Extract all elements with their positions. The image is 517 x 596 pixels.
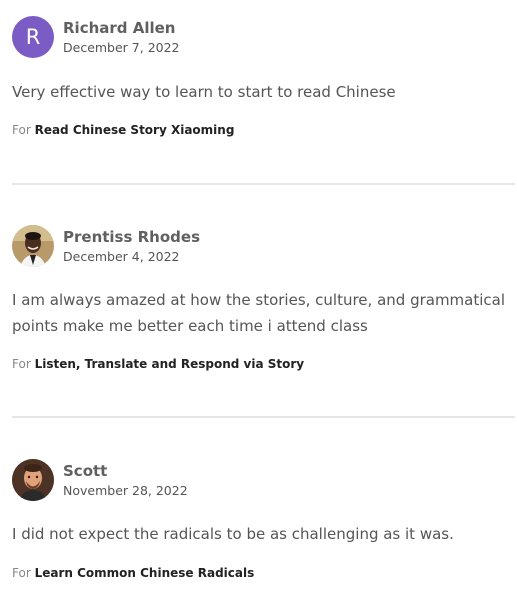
for-label: For [12,566,31,580]
reviewer-name: Scott [63,462,108,480]
avatar [12,459,54,501]
course-link[interactable]: Learn Common Chinese Radicals [35,566,255,580]
divider [12,416,515,418]
review-date: December 4, 2022 [63,249,180,264]
reviewer-name: Richard Allen [63,19,176,37]
review-header: R Richard Allen December 7, 2022 [12,16,515,60]
reviewer-name: Prentiss Rhodes [63,228,201,246]
course-link[interactable]: Listen, Translate and Respond via Story [35,357,305,371]
review-header: Scott November 28, 2022 [12,459,515,503]
for-label: For [12,357,31,371]
review-course: For Learn Common Chinese Radicals [12,566,254,580]
avatar: R [12,16,54,58]
review-course: For Read Chinese Story Xiaoming [12,123,234,137]
for-label: For [12,123,31,137]
review-date: December 7, 2022 [63,40,180,55]
avatar [12,225,54,267]
review-card: Prentiss Rhodes December 4, 2022 I am al… [12,225,515,371]
review-course: For Listen, Translate and Respond via St… [12,357,304,371]
course-link[interactable]: Read Chinese Story Xiaoming [35,123,235,137]
review-card: Scott November 28, 2022 I did not expect… [12,459,515,580]
review-text: I am always amazed at how the stories, c… [12,291,506,335]
review-card: R Richard Allen December 7, 2022 Very ef… [12,16,515,137]
divider [12,183,515,185]
review-text: I did not expect the radicals to be as c… [12,525,454,543]
review-text: Very effective way to learn to start to … [12,83,396,101]
review-date: November 28, 2022 [63,483,188,498]
review-header: Prentiss Rhodes December 4, 2022 [12,225,515,269]
